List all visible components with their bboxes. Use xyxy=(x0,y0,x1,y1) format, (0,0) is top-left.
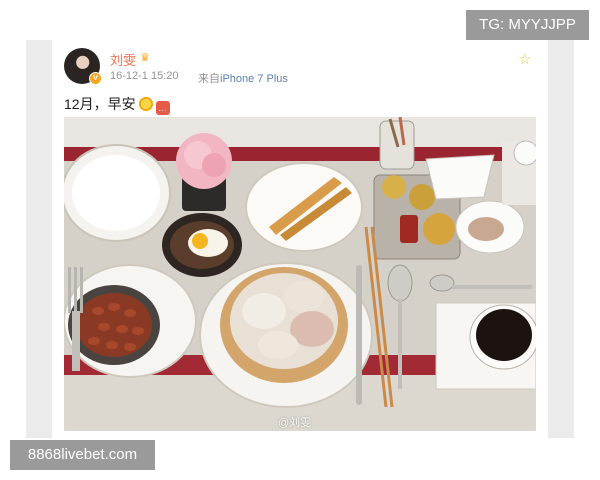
user-name-link[interactable]: 刘雯 xyxy=(110,50,136,69)
source-prefix: 来自 xyxy=(198,73,220,85)
right-margin-band xyxy=(548,40,574,438)
photo-watermark: @刘雯 xyxy=(278,417,312,429)
post-source: 来自iPhone 7 Plus xyxy=(198,70,288,86)
post-text: 12月，早安 … xyxy=(64,94,170,115)
crown-icon: ♛ xyxy=(140,52,150,64)
left-margin-band xyxy=(26,40,52,438)
post-timestamp[interactable]: 16-12-1 15:20 xyxy=(110,70,179,82)
source-device-link[interactable]: iPhone 7 Plus xyxy=(220,73,288,85)
post-photo[interactable] xyxy=(64,117,536,431)
verified-badge-icon: V xyxy=(89,72,102,85)
sun-emoji-icon xyxy=(138,97,153,111)
chat-emoji-icon: … xyxy=(155,101,170,115)
post-text-content: 12月，早安 xyxy=(64,96,136,112)
site-watermark: 8868livebet.com xyxy=(10,440,155,470)
telegram-watermark: TG: MYYJJPP xyxy=(466,10,589,40)
star-icon[interactable]: ☆ xyxy=(518,50,531,68)
